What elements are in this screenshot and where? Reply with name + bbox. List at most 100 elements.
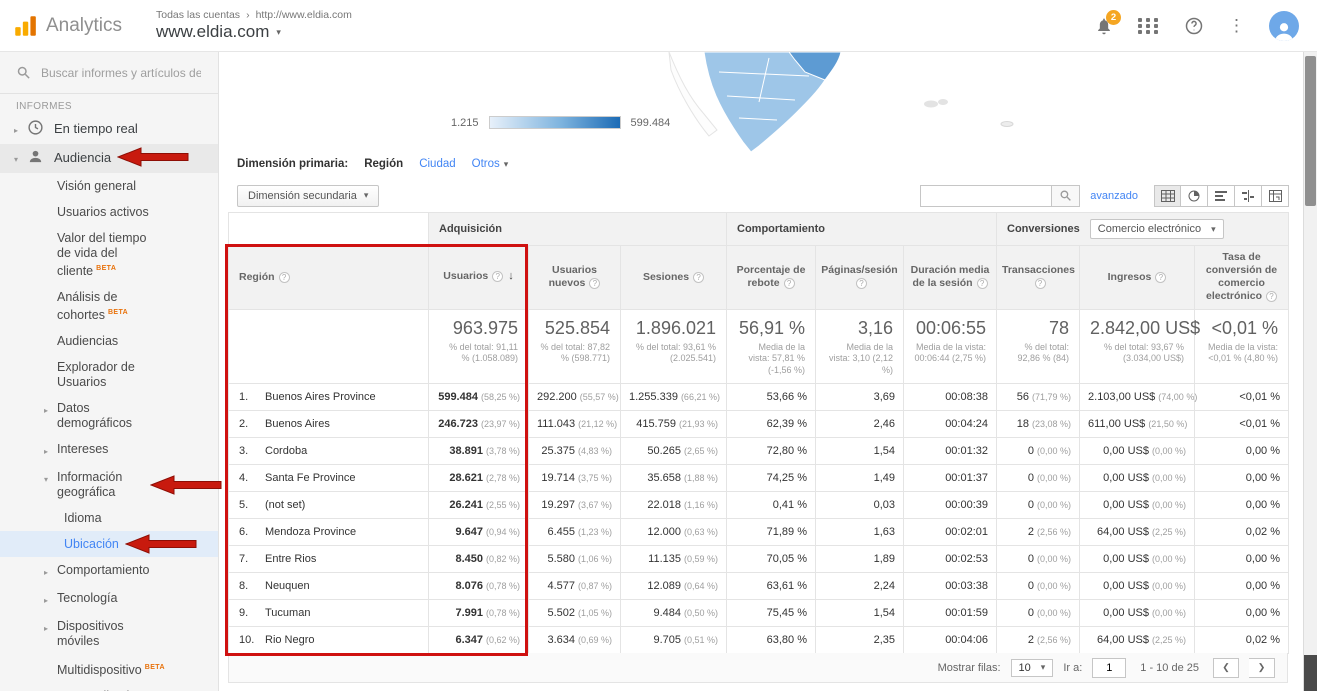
sidebar-item-ubicacion[interactable]: Ubicación (0, 531, 218, 557)
region-link[interactable]: Buenos Aires Province (265, 391, 376, 403)
sidebar-item-en-tiempo-real[interactable]: ▸En tiempo real (0, 115, 218, 144)
help-icon[interactable]: ? (977, 278, 988, 289)
ecommerce-selector[interactable]: Comercio electrónico▾ (1090, 219, 1224, 239)
help-icon[interactable]: ? (492, 271, 503, 282)
help-icon[interactable]: ? (279, 272, 290, 283)
metric-cell: 611,00 US$(21,50 %) (1080, 410, 1195, 437)
region-link[interactable]: Tucuman (265, 607, 310, 619)
help-icon[interactable]: ? (1266, 291, 1277, 302)
column-header-tasa-de-conversión-de-comercio-electrónico[interactable]: Tasa de conversión de comercio electróni… (1195, 246, 1289, 310)
search-icon (16, 65, 31, 80)
column-header-duración-media-de-la-sesión[interactable]: Duración media de la sesión? (904, 246, 997, 310)
view-performance-icon[interactable] (1208, 185, 1235, 207)
column-header-sesiones[interactable]: Sesiones? (621, 246, 727, 310)
sidebar-item-label: Valor del tiempo de vida del clienteBETA (57, 230, 159, 279)
table-row: 2.Buenos Aires246.723(23,97 %)111.043(21… (229, 410, 1289, 437)
help-icon (1184, 16, 1204, 36)
dimension-region[interactable]: Región (364, 158, 403, 170)
next-page-button[interactable]: ❯ (1249, 658, 1275, 678)
beta-badge: BETA (145, 664, 165, 671)
help-icon[interactable]: ? (1155, 272, 1166, 283)
column-header-usuarios[interactable]: Usuarios?↓ (429, 246, 529, 310)
sidebar-item-personalizado[interactable]: ▸Personalizado (0, 683, 218, 691)
view-pivot-icon[interactable] (1262, 185, 1289, 207)
scrollbar-thumb[interactable] (1305, 56, 1316, 206)
notifications-button[interactable]: 2 (1094, 16, 1114, 36)
view-comparison-icon[interactable] (1235, 185, 1262, 207)
sidebar-item-vision-general[interactable]: Visión general (0, 173, 218, 199)
secondary-dimension-button[interactable]: Dimensión secundaria ▾ (237, 185, 379, 207)
metric-cell: 7.991(0,78 %) (429, 599, 529, 626)
region-link[interactable]: Cordoba (265, 445, 307, 457)
column-header-transacciones[interactable]: Transacciones? (997, 246, 1080, 310)
geo-map[interactable] (609, 52, 1039, 154)
metric-cell: 64,00 US$(2,25 %) (1080, 518, 1195, 545)
region-link[interactable]: Buenos Aires (265, 418, 330, 430)
vertical-scrollbar[interactable] (1303, 52, 1317, 691)
breadcrumb-accounts[interactable]: Todas las cuentas (156, 9, 240, 21)
column-header-ingresos[interactable]: Ingresos? (1080, 246, 1195, 310)
metric-cell: 2,46 (816, 410, 904, 437)
region-link[interactable]: Entre Rios (265, 553, 316, 565)
dimension-otros[interactable]: Otros ▾ (472, 158, 509, 170)
sidebar-item-idioma[interactable]: Idioma (0, 505, 218, 531)
goto-page-input[interactable] (1092, 658, 1126, 678)
advanced-link[interactable]: avanzado (1090, 190, 1138, 202)
avatar[interactable] (1269, 11, 1299, 41)
data-table-container: Adquisición Comportamiento ConversionesC… (228, 212, 1289, 654)
column-header-páginas-sesión[interactable]: Páginas/sesión? (816, 246, 904, 310)
view-table-icon[interactable] (1154, 185, 1181, 207)
sidebar-item-audiencias[interactable]: Audiencias (0, 328, 218, 354)
sidebar-item-comportamiento[interactable]: ▸Comportamiento (0, 557, 218, 585)
region-link[interactable]: Santa Fe Province (265, 472, 356, 484)
metric-cell: 9.705(0,51 %) (621, 626, 727, 653)
account-selector[interactable]: www.eldia.com ▾ (156, 22, 352, 42)
metric-cell: 63,61 % (727, 572, 816, 599)
table-search-button[interactable] (1052, 185, 1080, 207)
breadcrumb-property[interactable]: http://www.eldia.com (256, 9, 352, 21)
search-input[interactable] (41, 66, 201, 80)
more-menu-button[interactable]: ⋮ (1228, 17, 1245, 34)
sidebar-item-explorador-usuarios[interactable]: Explorador de Usuarios (0, 354, 218, 395)
sidebar-item-intereses[interactable]: ▸Intereses (0, 436, 218, 464)
help-icon[interactable]: ? (589, 278, 600, 289)
table-search-input[interactable] (920, 185, 1052, 207)
user-icon (1273, 19, 1295, 41)
region-link[interactable]: Rio Negro (265, 634, 315, 646)
sidebar-item-valor-tiempo-vida[interactable]: Valor del tiempo de vida del clienteBETA (0, 225, 218, 284)
region-link[interactable]: Neuquen (265, 580, 310, 592)
notification-badge: 2 (1106, 10, 1121, 25)
apps-grid-button[interactable] (1138, 18, 1160, 34)
table-row: 7.Entre Rios8.450(0,82 %)5.580(1,06 %)11… (229, 545, 1289, 572)
sidebar-item-dispositivos-moviles[interactable]: ▸Dispositivos móviles (0, 613, 218, 654)
view-percentage-icon[interactable] (1181, 185, 1208, 207)
column-header-row: Región? Usuarios?↓Usuarios nuevos?Sesion… (229, 246, 1289, 310)
sidebar-item-informacion-geografica[interactable]: ▾Información geográfica (0, 464, 218, 505)
help-icon[interactable]: ? (1035, 278, 1046, 289)
help-button[interactable] (1184, 16, 1204, 36)
sidebar-nav: ▸En tiempo real▾AudienciaVisión generalU… (0, 115, 218, 691)
region-link[interactable]: Mendoza Province (265, 526, 356, 538)
sidebar-item-multidispositivo[interactable]: MultidispositivoBETA (0, 654, 218, 683)
sidebar-search[interactable] (0, 52, 218, 94)
search-icon (1059, 189, 1072, 202)
sidebar-item-audiencia[interactable]: ▾Audiencia (0, 144, 218, 173)
summary-metric: 3,16Media de la vista: 3,10 (2,12 %) (816, 309, 904, 383)
help-icon[interactable]: ? (784, 278, 795, 289)
sidebar-item-analisis-cohortes[interactable]: Análisis de cohortesBETA (0, 284, 218, 328)
help-icon[interactable]: ? (693, 272, 704, 283)
help-icon[interactable]: ? (856, 278, 867, 289)
prev-page-button[interactable]: ❮ (1213, 658, 1239, 678)
dimension-ciudad[interactable]: Ciudad (419, 158, 455, 170)
column-header-region[interactable]: Región? (229, 246, 429, 310)
sidebar-item-usuarios-activos[interactable]: Usuarios activos (0, 199, 218, 225)
sidebar-item-tecnologia[interactable]: ▸Tecnología (0, 585, 218, 613)
breadcrumb[interactable]: Todas las cuentas › http://www.eldia.com (156, 9, 352, 21)
sidebar-item-datos-demograficos[interactable]: ▸Datos demográficos (0, 395, 218, 436)
column-header-usuarios-nuevos[interactable]: Usuarios nuevos? (529, 246, 621, 310)
column-header-porcentaje-de-rebote[interactable]: Porcentaje de rebote? (727, 246, 816, 310)
beta-badge: BETA (96, 265, 116, 272)
rows-per-page-select[interactable]: 10▾ (1011, 659, 1054, 677)
metric-cell: 6.347(0,62 %) (429, 626, 529, 653)
region-link[interactable]: (not set) (265, 499, 305, 511)
